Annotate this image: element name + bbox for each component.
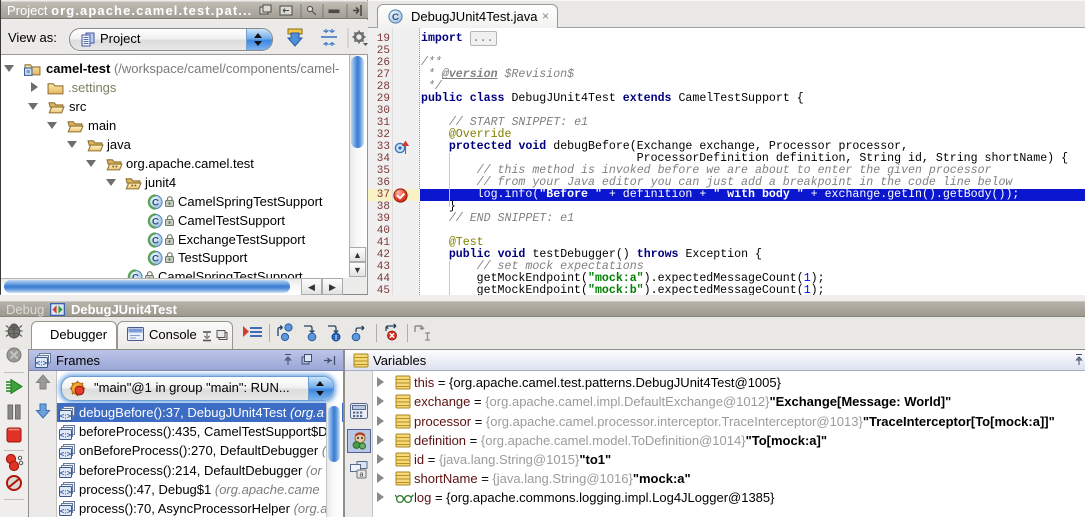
svg-text:a: a bbox=[360, 472, 364, 479]
svg-text:<:>: <:> bbox=[60, 449, 72, 458]
svg-text:!: ! bbox=[335, 335, 337, 342]
svg-text:<:>: <:> bbox=[60, 507, 72, 516]
svg-text:C: C bbox=[392, 12, 399, 23]
svg-text:<:>: <:> bbox=[60, 469, 72, 478]
svg-text:<:>: <:> bbox=[60, 430, 72, 439]
svg-text:<:>: <:> bbox=[36, 359, 48, 368]
svg-text:<:>: <:> bbox=[60, 411, 72, 420]
svg-text:<:>: <:> bbox=[60, 488, 72, 497]
